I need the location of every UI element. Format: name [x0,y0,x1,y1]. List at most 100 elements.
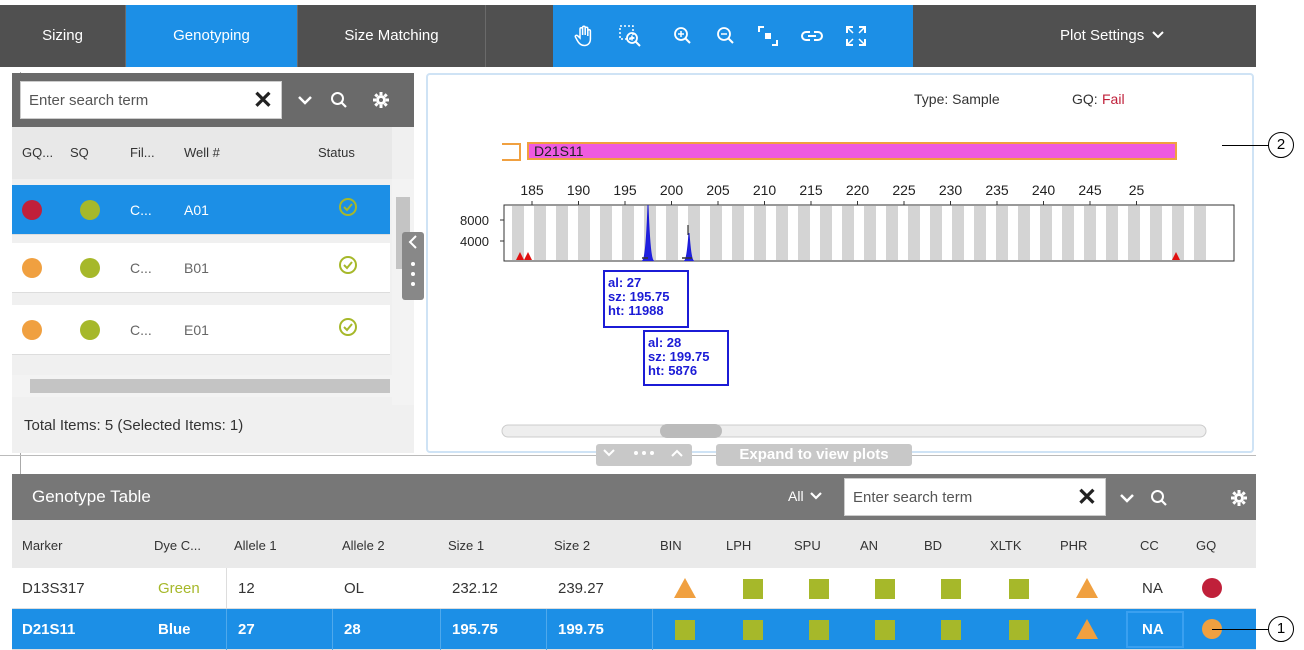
expand-plots-button[interactable]: Expand to view plots [716,444,912,466]
clear-icon[interactable]: ✕ [253,86,273,115]
allele-bin [1194,206,1206,260]
col-well[interactable]: Well # [184,145,220,160]
sample-row[interactable]: C... E01 [12,305,390,355]
chevron-up-icon[interactable] [670,446,684,463]
chevron-down-icon[interactable] [602,446,616,463]
x-tick-label: 185 [520,182,544,198]
x-tick-label: 195 [613,182,637,198]
zoom-out-icon[interactable] [711,19,741,53]
scrollbar-thumb[interactable] [30,379,390,393]
chevron-down-icon[interactable] [292,85,318,115]
peak-allele: al: 28 [648,335,681,350]
pane-resize-controls [596,444,692,466]
zoom-box-icon[interactable] [615,19,645,53]
col-spu[interactable]: SPU [794,538,821,553]
plot-horizontal-scrollbar[interactable] [501,424,1207,438]
sample-row[interactable]: C... B01 [12,243,390,293]
warning-triangle-icon [1076,578,1098,598]
x-tick-label: 210 [753,182,777,198]
allele1-cell: 12 [238,580,255,597]
horizontal-scrollbar[interactable] [12,375,414,397]
col-file[interactable]: Fil... [130,145,155,160]
search-icon[interactable] [326,85,352,115]
col-bd[interactable]: BD [924,538,942,553]
tab-genotyping[interactable]: Genotyping [126,5,298,67]
col-phr[interactable]: PHR [1060,538,1087,553]
col-dye-color[interactable]: Dye C... [154,538,201,553]
col-status[interactable]: Status [318,145,355,160]
x-tick-label: 245 [1078,182,1102,198]
genotype-search-input[interactable]: Enter search term ✕ [844,478,1106,516]
panel-collapse-handle[interactable] [402,232,424,300]
genotype-table-header: Marker Dye C... Allele 1 Allele 2 Size 1… [12,520,1256,568]
peak-height: ht: 11988 [608,303,664,318]
x-tick-label: 235 [985,182,1009,198]
allele1-cell: 27 [238,621,255,638]
genotype-table-toolbar: Genotype Table All Enter search term ✕ [12,474,1256,520]
size1-cell: 232.12 [452,580,498,597]
allele-bin [1062,206,1074,260]
col-an[interactable]: AN [860,538,878,553]
dye-cell: Blue [158,621,191,638]
allele-bin [622,206,634,260]
allele-bin [776,206,788,260]
scrollbar-thumb[interactable] [660,424,722,438]
allele2-cell: OL [344,580,365,597]
gear-icon[interactable] [1226,484,1252,512]
col-size-1[interactable]: Size 1 [448,538,484,553]
tab-sizing[interactable]: Sizing [0,5,126,67]
fit-icon[interactable] [753,19,783,53]
link-icon[interactable] [797,19,827,53]
zoom-in-icon[interactable] [668,19,698,53]
pass-square-icon [809,579,829,599]
col-xltk[interactable]: XLTK [990,538,1022,553]
marker-bracket [502,143,521,161]
filter-dropdown[interactable]: All [788,488,823,504]
pass-square-icon [941,579,961,599]
peak-allele: al: 27 [608,275,641,290]
genotype-row[interactable]: D21S11 Blue 27 28 195.75 199.75 NA [12,609,1256,650]
chevron-down-icon [1152,5,1165,67]
top-toolbar: Sizing Genotyping Size Matching Plot Set… [0,5,1256,67]
allele-bin [864,206,876,260]
x-tick-label: 225 [892,182,916,198]
col-cc[interactable]: CC [1140,538,1159,553]
gear-icon[interactable] [368,85,394,115]
allele-bin [1150,206,1162,260]
search-icon[interactable] [1146,484,1172,512]
genotype-row[interactable]: D13S317 Green 12 OL 232.12 239.27 NA [12,568,1256,609]
x-tick-label: 215 [799,182,823,198]
size1-cell: 195.75 [452,621,498,638]
col-gq[interactable]: GQ [1196,538,1216,553]
plot-settings-menu[interactable]: Plot Settings [1060,5,1165,67]
tab-size-matching[interactable]: Size Matching [298,5,486,67]
gq-status-dot [22,200,42,220]
marker-range-bar[interactable] [527,142,1177,160]
col-sq[interactable]: SQ [70,145,89,160]
pass-square-icon [875,620,895,640]
x-tick-label: 220 [846,182,870,198]
hand-pan-icon[interactable] [569,19,599,53]
dye-cell: Green [158,580,200,597]
clear-icon[interactable]: ✕ [1077,483,1097,512]
sample-row[interactable]: C... A01 [12,185,390,235]
pass-square-icon [1009,620,1029,640]
sample-file: C... [130,322,152,338]
sample-search-bar: Enter search term ✕ [12,73,414,127]
expand-icon[interactable] [841,19,871,53]
col-bin[interactable]: BIN [660,538,682,553]
warning-triangle-icon [1076,619,1098,639]
more-icon[interactable] [628,444,660,465]
allele-bin [534,206,546,260]
col-marker[interactable]: Marker [22,538,62,553]
col-size-2[interactable]: Size 2 [554,538,590,553]
col-allele-2[interactable]: Allele 2 [342,538,385,553]
col-allele-1[interactable]: Allele 1 [234,538,277,553]
electropherogram-plot[interactable]: D21S11 185 190 195 200 205 210 215 220 225 230 235… [428,75,1252,451]
chevron-down-icon[interactable] [1114,484,1140,512]
col-lph[interactable]: LPH [726,538,751,553]
total-items-label: Total Items: 5 (Selected Items: 1) [24,417,244,434]
x-tick-label: 205 [706,182,730,198]
sample-search-input[interactable]: Enter search term ✕ [20,81,282,119]
col-gq[interactable]: GQ... [22,145,53,160]
